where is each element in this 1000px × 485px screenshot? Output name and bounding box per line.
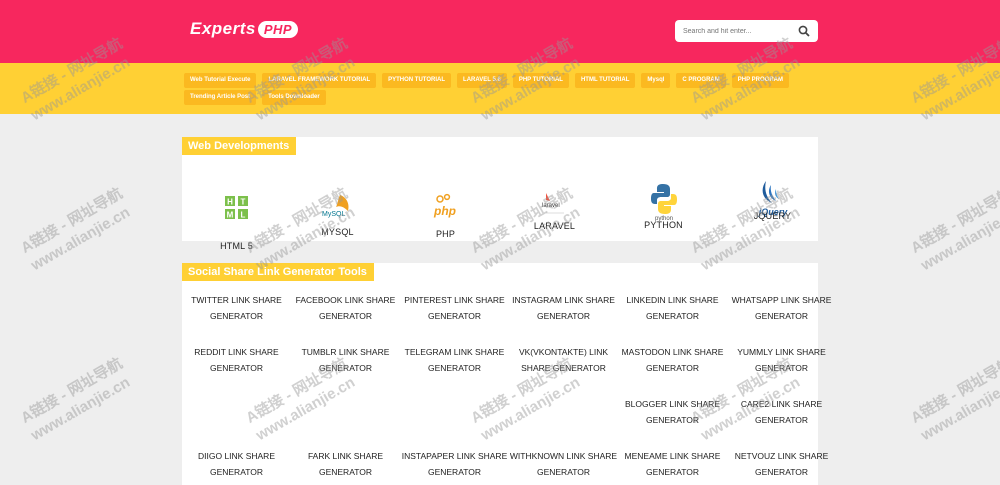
- share-generator-link[interactable]: TELEGRAM LINK SHARE GENERATOR: [400, 345, 509, 376]
- watermark: A链接 - 网址导航 www.alianjie.cn: [908, 185, 1000, 275]
- share-generator-link[interactable]: INSTAGRAM LINK SHARE GENERATOR: [509, 293, 618, 324]
- nav-link-trending[interactable]: Trending Article Post: [184, 90, 257, 105]
- share-generator-link[interactable]: BLOGGER LINK SHARE GENERATOR: [618, 397, 727, 428]
- search-input[interactable]: [683, 24, 793, 38]
- share-generator-link[interactable]: MASTODON LINK SHARE GENERATOR: [618, 345, 727, 376]
- share-generator-link[interactable]: PINTEREST LINK SHARE GENERATOR: [400, 293, 509, 324]
- search-icon[interactable]: [798, 25, 810, 37]
- dev-item-label: JQUERY: [753, 211, 792, 221]
- nav-link-laravel-56[interactable]: LARAVEL 5.6: [457, 73, 507, 88]
- share-generator-link[interactable]: TWITTER LINK SHARE GENERATOR: [182, 293, 291, 324]
- dev-item-html5[interactable]: H T M L HTML 5: [182, 173, 291, 251]
- site-header: Experts PHP: [0, 0, 1000, 63]
- share-generator-link[interactable]: REDDIT LINK SHARE GENERATOR: [182, 345, 291, 376]
- mysql-icon-text: MySQL: [322, 211, 345, 218]
- logo-badge: PHP: [257, 20, 299, 38]
- nav-row-2: Trending Article Post Tools Downloader: [184, 90, 326, 105]
- site-logo[interactable]: Experts PHP: [190, 17, 299, 41]
- python-icon: python: [650, 184, 677, 221]
- dev-item-python[interactable]: python PYTHON: [609, 173, 718, 230]
- dev-item-label: LARAVEL: [533, 221, 576, 231]
- share-generator-link[interactable]: TUMBLR LINK SHARE GENERATOR: [291, 345, 400, 376]
- php-icon: php: [433, 193, 456, 218]
- dev-item-label: PYTHON: [644, 220, 683, 230]
- social-share-panel: Social Share Link Generator Tools TWITTE…: [182, 263, 831, 485]
- share-generator-link[interactable]: NETVOUZ LINK SHARE GENERATOR: [727, 449, 836, 480]
- share-generator-link[interactable]: DIIGO LINK SHARE GENERATOR: [182, 449, 291, 480]
- share-generator-link[interactable]: FARK LINK SHARE GENERATOR: [291, 449, 400, 480]
- nav-link-c-program[interactable]: C PROGRAM: [676, 73, 726, 88]
- nav-row-1: Web Tutorial Execute LARAVEL FRAMEWORK T…: [184, 73, 789, 88]
- laravel-icon-text: laravel: [542, 203, 560, 209]
- nav-link-laravel-framework[interactable]: LARAVEL FRAMEWORK TUTORIAL: [262, 73, 377, 88]
- share-generator-link[interactable]: WITHKNOWN LINK SHARE GENERATOR: [509, 449, 618, 480]
- nav-band: [0, 63, 1000, 114]
- panel-title: Web Developments: [182, 137, 297, 155]
- web-developments-panel: Web Developments H T M L HTML 5 MySQL MY…: [182, 137, 818, 251]
- nav-link-php-program[interactable]: PHP PROGRAM: [731, 73, 789, 88]
- dev-item-label: PHP: [435, 229, 456, 239]
- share-generator-link[interactable]: YUMMLY LINK SHARE GENERATOR: [727, 345, 836, 376]
- php-icon-text: php: [433, 204, 456, 218]
- dev-item-jquery[interactable]: jQuery JQUERY: [718, 173, 827, 221]
- svg-text:M: M: [226, 211, 233, 220]
- share-generator-link[interactable]: CARE2 LINK SHARE GENERATOR: [727, 397, 836, 428]
- share-generator-link[interactable]: LINKEDIN LINK SHARE GENERATOR: [618, 293, 727, 324]
- watermark: A链接 - 网址导航 www.alianjie.cn: [908, 355, 1000, 445]
- mysql-icon: MySQL: [322, 195, 349, 218]
- nav-link-mysql[interactable]: Mysql: [641, 73, 671, 88]
- share-generator-link[interactable]: FACEBOOK LINK SHARE GENERATOR: [291, 293, 400, 324]
- nav-link-web-tutorial[interactable]: Web Tutorial Execute: [184, 73, 257, 88]
- html5-icon: H T M L: [224, 196, 248, 220]
- share-generator-link[interactable]: MENEAME LINK SHARE GENERATOR: [618, 449, 727, 480]
- share-generator-link[interactable]: INSTAPAPER LINK SHARE GENERATOR: [400, 449, 509, 480]
- nav-link-html[interactable]: HTML TUTORIAL: [574, 73, 636, 88]
- dev-item-label: MYSQL: [321, 227, 354, 237]
- search-box: [675, 20, 818, 42]
- svg-text:L: L: [240, 211, 245, 220]
- dev-item-laravel[interactable]: laravel LARAVEL: [500, 173, 609, 231]
- dev-item-label: HTML 5: [220, 241, 253, 251]
- watermark: A链接 - 网址导航 www.alianjie.cn: [18, 355, 133, 445]
- watermark: A链接 - 网址导航 www.alianjie.cn: [18, 185, 133, 275]
- nav-link-python[interactable]: PYTHON TUTORIAL: [382, 73, 452, 88]
- dev-item-php[interactable]: php PHP: [391, 173, 500, 239]
- svg-text:T: T: [240, 198, 245, 207]
- share-generator-link[interactable]: WHATSAPP LINK SHARE GENERATOR: [727, 293, 836, 324]
- svg-text:H: H: [227, 198, 233, 207]
- nav-link-tools-downloader[interactable]: Tools Downloader: [262, 90, 326, 105]
- panel-title: Social Share Link Generator Tools: [182, 263, 374, 281]
- share-generator-link[interactable]: VK(VKONTAKTE) LINK SHARE GENERATOR: [509, 345, 618, 376]
- laravel-icon: laravel: [542, 193, 564, 214]
- nav-link-php[interactable]: PHP TUTORIAL: [512, 73, 569, 88]
- dev-item-mysql[interactable]: MySQL MYSQL: [283, 173, 392, 237]
- logo-text: Experts: [190, 19, 256, 38]
